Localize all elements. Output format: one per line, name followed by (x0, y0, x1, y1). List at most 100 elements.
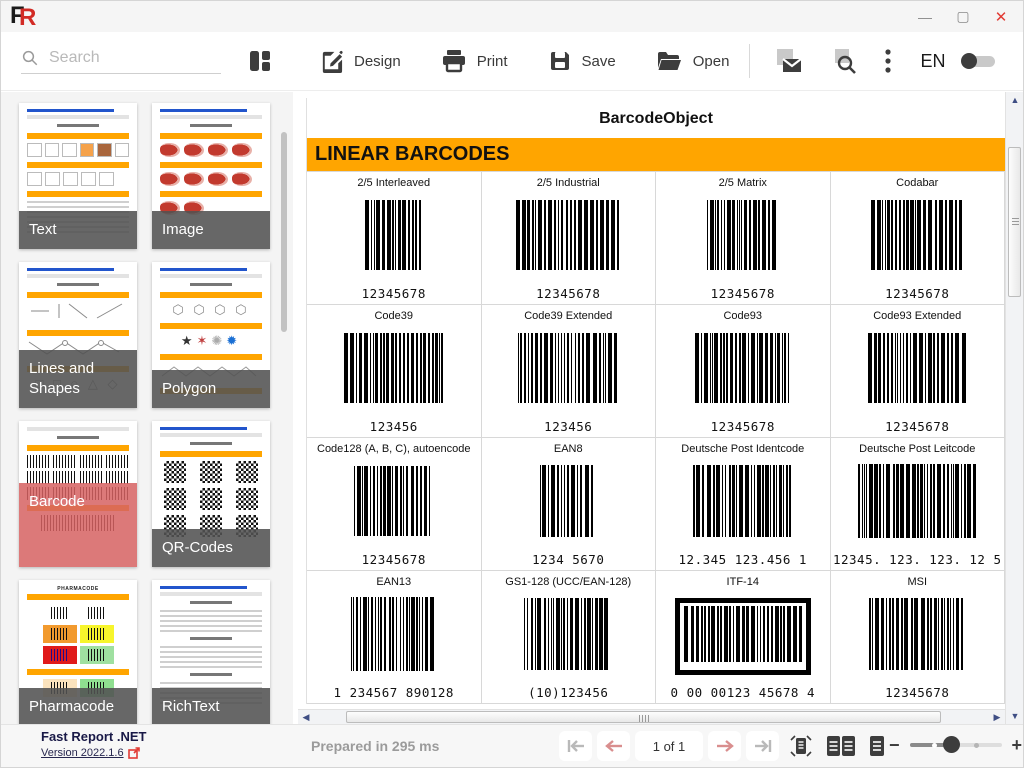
scroll-down-arrow-icon[interactable]: ▼ (1006, 708, 1024, 724)
find-in-report-icon[interactable] (830, 47, 860, 75)
barcode-name: MSI (907, 576, 928, 588)
barcode-name: EAN8 (553, 443, 583, 455)
barcode-value: 12345678 (710, 419, 775, 434)
open-button[interactable]: Open (656, 50, 730, 73)
search-box[interactable] (21, 48, 221, 74)
barcode-cell: 2/5 Industrial 12345678 (481, 172, 656, 305)
barcode-name: Deutsche Post Leitcode (859, 443, 976, 455)
first-page-button[interactable] (559, 731, 592, 761)
sidebar-layout-toggle-icon[interactable] (247, 48, 273, 74)
thumbnail-label: Pharmacode (19, 687, 137, 724)
scroll-left-arrow-icon[interactable]: ◀ (298, 710, 314, 725)
last-page-button[interactable] (746, 731, 779, 761)
scroll-right-arrow-icon[interactable]: ▶ (989, 710, 1005, 725)
print-button[interactable]: Print (441, 49, 508, 73)
sidebar-item-lines-and-shapes[interactable]: □ □ ○ △ ◇Lines and Shapes (19, 262, 137, 408)
barcode-value: 12345678 (710, 286, 775, 301)
scroll-up-arrow-icon[interactable]: ▲ (1006, 92, 1024, 108)
horizontal-scrollbar[interactable]: ◀ ▶ (298, 709, 1005, 724)
barcode-name: Code93 (723, 310, 763, 322)
zoom-slider-knob[interactable] (942, 736, 960, 753)
barcode-cell: Code39 123456 (307, 305, 482, 438)
single-page-view-icon[interactable] (869, 734, 885, 758)
barcode-value: 12345678 (361, 552, 426, 567)
barcode-cell: 2/5 Matrix 12345678 (656, 172, 831, 305)
open-folder-icon (657, 51, 681, 70)
zoom-in-button[interactable]: + (1012, 734, 1023, 756)
barcode-image (516, 189, 620, 286)
barcode-cell: Codabar 12345678 (830, 172, 1005, 305)
sidebar-scrollbar[interactable] (281, 132, 287, 332)
barcode-cell: Code93 Extended 12345678 (830, 305, 1005, 438)
barcode-value: 12345. 123. 123. 12 5 (832, 552, 1002, 567)
fit-page-view-icon[interactable] (789, 734, 813, 758)
sidebar-item-qr-codes[interactable]: QR-Codes (152, 421, 270, 567)
toolbar-divider (749, 44, 751, 78)
horizontal-scroll-thumb[interactable] (346, 711, 941, 723)
barcode-image (353, 455, 434, 552)
report-preview-area: BarcodeObject LINEAR BARCODES 2/5 Interl… (293, 92, 1023, 724)
barcode-image (871, 189, 963, 286)
maximize-button[interactable]: ▢ (947, 4, 979, 30)
barcode-value: 0 00 00123 45678 4 (670, 685, 815, 700)
save-button[interactable]: Save (548, 49, 616, 73)
barcode-image (869, 588, 965, 685)
language-selector[interactable]: EN (920, 51, 945, 72)
vertical-scrollbar[interactable]: ▲ ▼ (1005, 92, 1023, 724)
report-title: BarcodeObject (599, 110, 713, 127)
barcode-value: 123456 (544, 419, 593, 434)
barcode-image (343, 322, 444, 419)
version-link[interactable]: Version 2022.1.6 (41, 747, 124, 759)
barcode-name: ITF-14 (726, 576, 759, 588)
barcode-image (706, 189, 779, 286)
zoom-out-button[interactable]: − (889, 734, 900, 756)
sidebar-item-image[interactable]: Image (152, 103, 270, 249)
sidebar-item-polygon[interactable]: ⬡ ⬡ ⬡ ⬡ ★✶✺✹ Polygon (152, 262, 270, 408)
barcode-cell: GS1-128 (UCC/EAN-128) (10)123456 (481, 571, 656, 704)
sidebar-item-richtext[interactable]: RichText (152, 580, 270, 724)
barcode-table: 2/5 Interleaved 12345678 2/5 Industrial 123… (307, 171, 1005, 704)
barcode-image (694, 322, 791, 419)
zoom-slider[interactable] (909, 734, 1002, 756)
vertical-scroll-thumb[interactable] (1008, 147, 1021, 297)
barcode-value: 1234 5670 (532, 552, 605, 567)
app-name: Fast Report .NET (41, 729, 147, 744)
barcode-cell: EAN13 1 234567 890128 (307, 571, 482, 704)
barcode-image (518, 322, 618, 419)
barcode-value: 12345678 (536, 286, 601, 301)
barcode-value: 12345678 (885, 286, 950, 301)
title-bar: F R — ▢ ✕ (1, 1, 1023, 32)
barcode-image (868, 322, 967, 419)
close-button[interactable]: ✕ (985, 4, 1017, 30)
barcode-cell: EAN8 1234 5670 (481, 438, 656, 571)
sidebar-item-barcode[interactable]: Barcode (19, 421, 137, 567)
fastreport-logo-icon: F R (10, 2, 37, 31)
design-icon (322, 50, 343, 73)
barcode-value: 1 234567 890128 (333, 685, 454, 700)
search-input[interactable] (49, 48, 209, 67)
external-link-icon (127, 747, 140, 759)
sidebar-item-text[interactable]: Text (19, 103, 137, 249)
page-indicator[interactable]: 1 of 1 (635, 731, 703, 761)
theme-toggle[interactable] (961, 52, 997, 70)
barcode-image (540, 455, 596, 552)
barcode-value: 12345678 (885, 685, 950, 700)
thumbnail-label: RichText (152, 687, 270, 724)
open-button-label: Open (692, 52, 730, 70)
barcode-name: EAN13 (376, 576, 412, 588)
toolbar: Design Print Save Open EN (1, 32, 1023, 91)
thumbnail-label: Text (19, 210, 137, 249)
email-report-icon[interactable] (774, 47, 804, 75)
minimize-button[interactable]: — (909, 4, 941, 30)
sidebar-item-pharmacode[interactable]: PHARMACODE Pharmacode (19, 580, 137, 724)
previous-page-button[interactable] (597, 731, 630, 761)
more-options-kebab-icon[interactable] (884, 47, 892, 75)
barcode-name: Code39 Extended (524, 310, 613, 322)
design-button[interactable]: Design (319, 49, 401, 74)
barcode-image (364, 189, 423, 286)
next-page-button[interactable] (708, 731, 741, 761)
two-pages-view-icon[interactable] (826, 734, 856, 758)
barcode-cell: Deutsche Post Identcode 12.345 123.456 1 (656, 438, 831, 571)
barcode-value: 12.345 123.456 1 (678, 552, 807, 567)
barcode-value: (10)123456 (528, 685, 609, 700)
